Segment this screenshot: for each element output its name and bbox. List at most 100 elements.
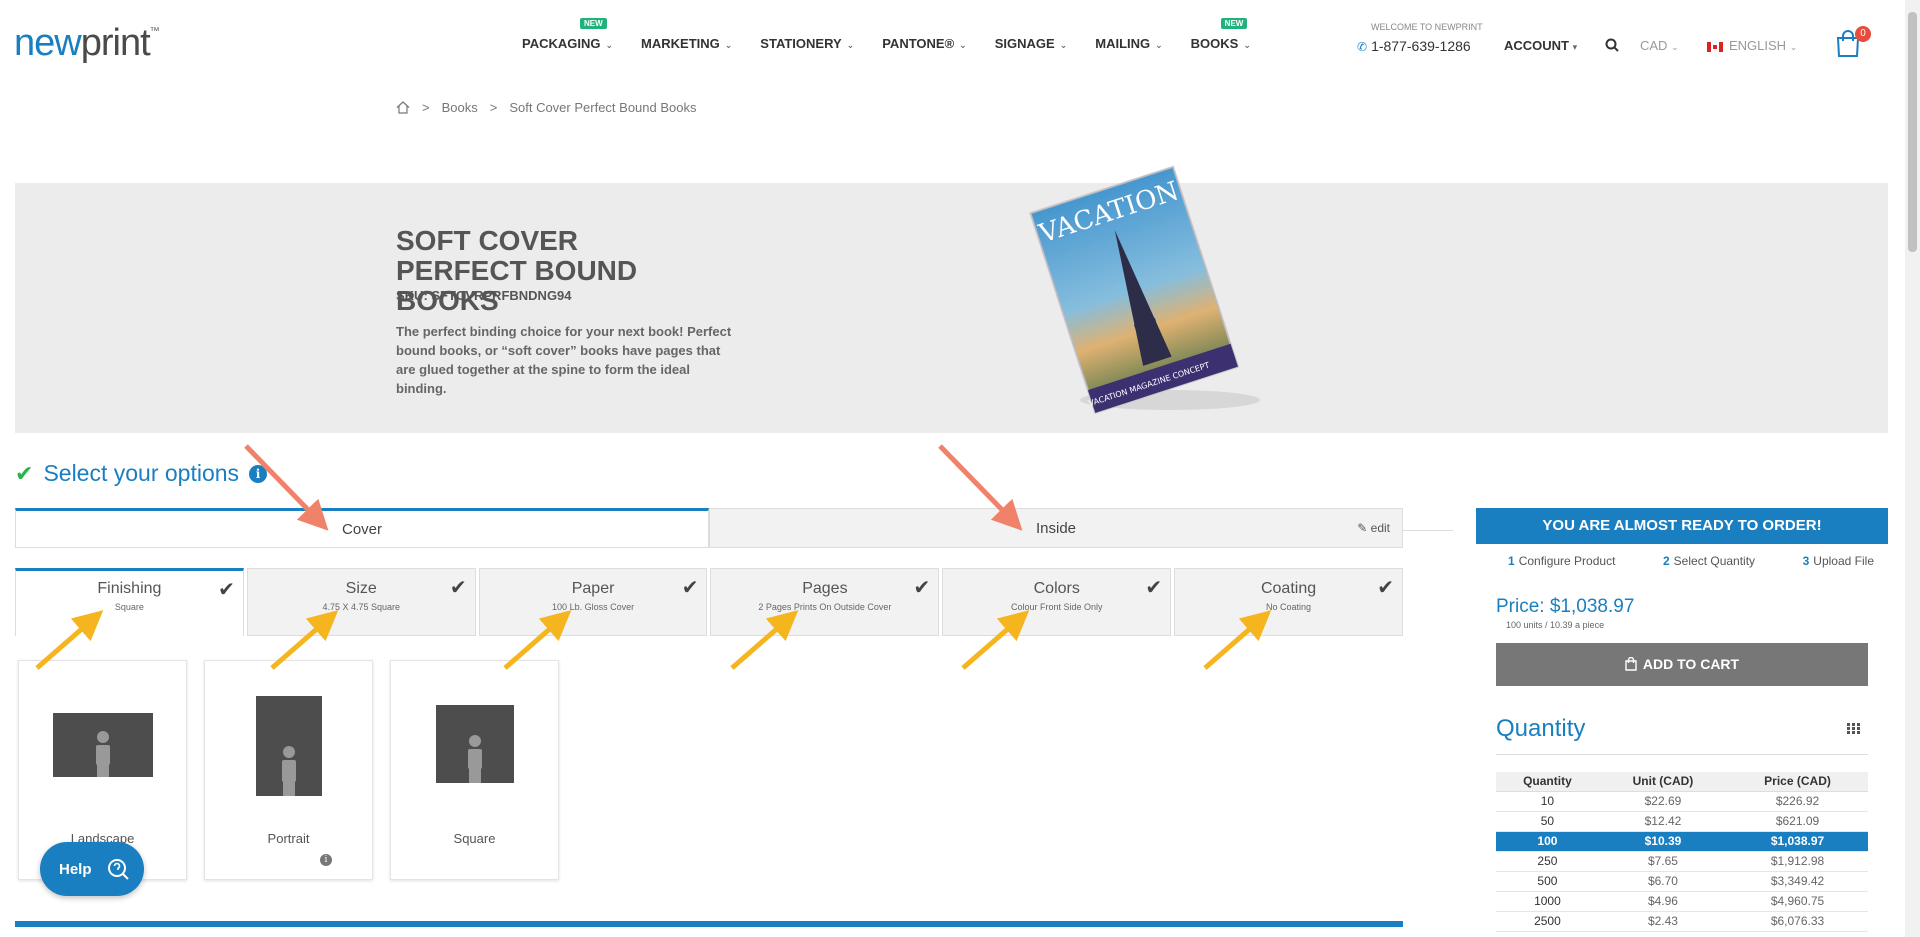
chevron-down-icon: ⌄ — [1789, 42, 1798, 52]
subtab-name: Coating — [1260, 580, 1317, 597]
order-steps: 1 Configure Product 2 Select Quantity 3 Upl… — [1476, 554, 1888, 568]
subtab-paper[interactable]: Paper 100 Lb. Gloss Cover ✔ — [478, 568, 708, 636]
caret-down-icon: ▾ — [1572, 42, 1578, 52]
subtab-finishing[interactable]: Finishing Square ✔ — [15, 568, 244, 636]
nav-label: BOOKS — [1190, 36, 1239, 51]
table-cell: $22.69 — [1598, 791, 1728, 812]
breadcrumb-books[interactable]: Books — [442, 100, 478, 115]
table-row[interactable]: 10 $22.69 $226.92 — [1496, 791, 1868, 812]
search-icon[interactable] — [1605, 38, 1619, 52]
divider — [1496, 754, 1868, 755]
breadcrumb-current: Soft Cover Perfect Bound Books — [509, 100, 697, 115]
account-menu[interactable]: ACCOUNT ▾ — [1504, 38, 1577, 53]
table-header-row: Quantity Unit (CAD) Price (CAD) — [1496, 772, 1868, 792]
chevron-down-icon: ⌄ — [846, 40, 855, 50]
account-label: ACCOUNT — [1504, 38, 1569, 53]
price-label: Price: — [1496, 596, 1545, 617]
language-selector[interactable]: ENGLISH ⌄ — [1707, 38, 1797, 53]
options-heading-text: Select your options — [43, 460, 240, 486]
table-row[interactable]: 2500 $2.43 $6,076.33 — [1496, 911, 1868, 932]
price-value: $1,038.97 — [1549, 596, 1635, 617]
quantity-price-table: Quantity Unit (CAD) Price (CAD) 10 $22.69… — [1496, 772, 1868, 932]
step-label: Select Quantity — [1673, 554, 1756, 568]
tab-inside[interactable]: Inside ✎ edit — [709, 508, 1403, 548]
step-number: 1 — [1508, 554, 1515, 568]
table-row[interactable]: 1000 $4.96 $4,960.75 — [1496, 891, 1868, 912]
checkmark-icon: ✔ — [681, 577, 699, 599]
card-label: Square — [453, 831, 496, 846]
breadcrumb-separator: > — [489, 100, 498, 115]
phone-link[interactable]: ✆ 1-877-639-1286 — [1357, 38, 1471, 54]
nav-item-signage[interactable]: SIGNAGE ⌄ — [995, 36, 1068, 51]
table-cell: 500 — [1496, 871, 1599, 892]
product-sku: SKU: SFTCVRPRFBNDNG94 — [396, 288, 572, 303]
home-icon[interactable] — [396, 101, 410, 114]
nav-item-mailing[interactable]: MAILING ⌄ — [1095, 36, 1162, 51]
subtab-size[interactable]: Size 4.75 X 4.75 Square ✔ — [246, 568, 476, 636]
table-cell: $4,960.75 — [1727, 891, 1868, 912]
table-cell: 2500 — [1496, 911, 1599, 932]
table-row[interactable]: 50 $12.42 $621.09 — [1496, 811, 1868, 832]
table-cell: $12.42 — [1598, 811, 1728, 832]
pencil-icon: ✎ — [1357, 521, 1368, 535]
tab-label: Inside — [1035, 519, 1077, 537]
option-card-portrait[interactable]: Portrait i — [204, 660, 373, 880]
product-image: VACATION VACATION MAGAZINE CONCEPT — [1029, 165, 1260, 415]
checkmark-icon: ✔ — [449, 577, 467, 599]
subtab-pages[interactable]: Pages 2 Pages Prints On Outside Cover ✔ — [710, 568, 940, 636]
language-label: ENGLISH — [1729, 38, 1787, 53]
nav-item-packaging[interactable]: NEW PACKAGING ⌄ — [522, 18, 613, 51]
add-to-cart-button[interactable]: ADD TO CART — [1496, 643, 1868, 686]
currency-selector[interactable]: CAD ⌄ — [1640, 38, 1679, 53]
person-icon — [96, 731, 110, 777]
table-cell: $2.43 — [1598, 911, 1728, 932]
subtab-value: 2 Pages Prints On Outside Cover — [758, 602, 892, 612]
step-quantity: 2 Select Quantity — [1663, 554, 1755, 568]
info-icon[interactable]: i — [320, 854, 332, 866]
nav-item-books[interactable]: NEW BOOKS ⌄ — [1190, 18, 1251, 51]
edit-link[interactable]: ✎ edit — [1357, 521, 1390, 535]
subtab-colors[interactable]: Colors Colour Front Side Only ✔ — [942, 568, 1172, 636]
column-header: Price (CAD) — [1727, 772, 1868, 792]
order-sidebar: YOU ARE ALMOST READY TO ORDER! 1 Configur… — [1476, 508, 1888, 932]
checkmark-icon: ✔ — [15, 460, 34, 486]
newprint-logo[interactable]: newprint™ — [14, 22, 160, 65]
canada-flag-icon — [1707, 41, 1723, 52]
nav-label: SIGNAGE — [994, 36, 1055, 51]
tab-label: Cover — [341, 520, 382, 538]
phone-icon: ✆ — [1357, 40, 1368, 54]
scrollbar-thumb[interactable] — [1908, 12, 1917, 252]
tab-cover[interactable]: Cover — [15, 508, 709, 548]
option-card-square[interactable]: Square — [390, 660, 559, 880]
subtab-value: No Coating — [1266, 602, 1312, 612]
help-button[interactable]: Help — [40, 842, 144, 896]
table-row[interactable]: 100 $10.39 $1,038.97 — [1496, 831, 1868, 852]
table-cell: $1,912.98 — [1727, 851, 1868, 872]
nav-item-marketing[interactable]: MARKETING ⌄ — [641, 36, 732, 51]
subtab-value: 100 Lb. Gloss Cover — [552, 602, 635, 612]
table-cell: $3,349.42 — [1727, 871, 1868, 892]
chevron-down-icon: ⌄ — [959, 40, 967, 50]
nav-item-stationery[interactable]: STATIONERY ⌄ — [760, 36, 854, 51]
table-row[interactable]: 250 $7.65 $1,912.98 — [1496, 851, 1868, 872]
nav-label: MARKETING — [641, 36, 720, 51]
subtab-coating[interactable]: Coating No Coating ✔ — [1174, 568, 1403, 636]
subtab-name: Colors — [1033, 580, 1080, 597]
info-icon[interactable]: i — [249, 464, 268, 483]
welcome-text: WELCOME TO NEWPRINT — [1371, 22, 1483, 32]
subtab-name: Size — [345, 580, 377, 597]
table-cell: $1,038.97 — [1727, 831, 1868, 852]
checkmark-icon: ✔ — [1145, 577, 1163, 599]
person-icon — [282, 746, 296, 796]
quantity-title: Quantity — [1496, 715, 1586, 742]
step-label: Configure Product — [1518, 554, 1616, 568]
subtab-value: Square — [114, 602, 144, 612]
grid-icon[interactable] — [1847, 723, 1860, 734]
table-row[interactable]: 500 $6.70 $3,349.42 — [1496, 871, 1868, 892]
chevron-down-icon: ⌄ — [1243, 40, 1251, 50]
logo-text-print: print — [80, 22, 151, 64]
new-badge: NEW — [1220, 18, 1248, 29]
nav-label: STATIONERY — [760, 36, 842, 51]
bag-icon — [1625, 656, 1637, 671]
nav-item-pantone[interactable]: PANTONE® ⌄ — [882, 36, 967, 51]
